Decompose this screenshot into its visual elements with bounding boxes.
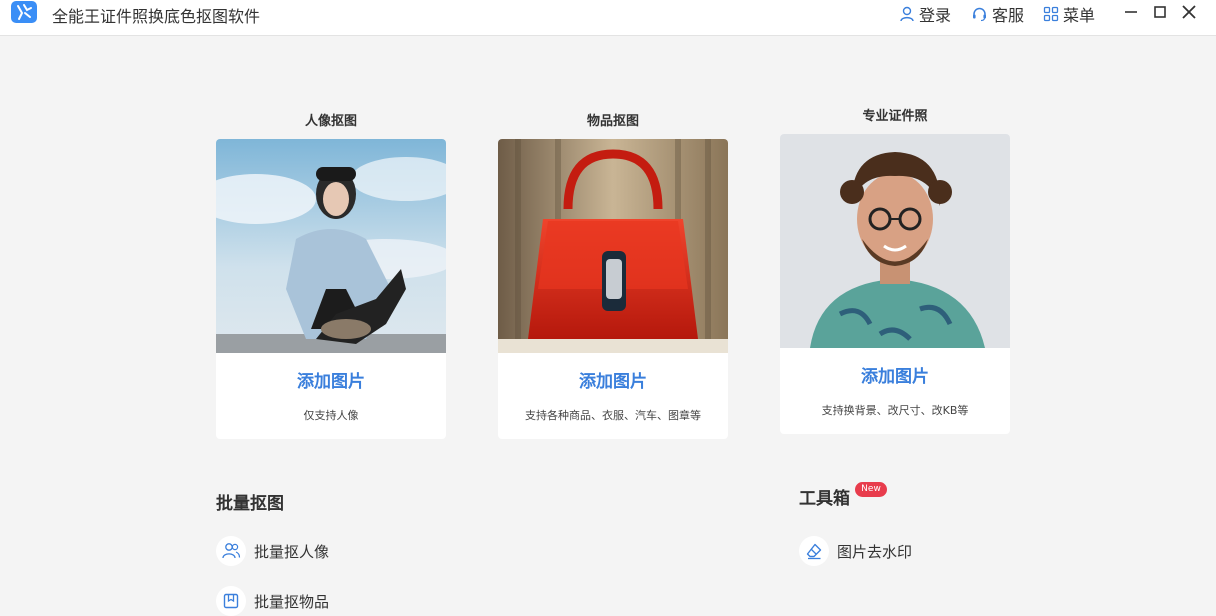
minimize-button[interactable]: [1122, 3, 1140, 21]
close-button[interactable]: [1180, 3, 1198, 21]
card-desc-id-photo: 支持换背景、改尺寸、改KB等: [821, 404, 969, 417]
batch-portrait-label: 批量抠人像: [254, 542, 330, 561]
card-id-photo[interactable]: 添加图片 支持换背景、改尺寸、改KB等: [780, 134, 1010, 434]
maximize-icon: [1154, 6, 1166, 18]
user-icon: [900, 6, 914, 22]
app-title: 全能王证件照换底色抠图软件: [52, 7, 261, 26]
close-icon: [1182, 5, 1196, 19]
add-image-button-object[interactable]: 添加图片: [498, 367, 728, 392]
card-desc-object: 支持各种商品、衣服、汽车、图章等: [525, 409, 701, 422]
menu-button[interactable]: 菜单: [1043, 3, 1095, 25]
new-badge: New: [855, 482, 887, 497]
menu-label: 菜单: [1063, 6, 1096, 25]
grid-menu-icon: [1043, 6, 1059, 22]
card-portrait-cutout[interactable]: 添加图片 仅支持人像: [216, 139, 446, 439]
login-label: 登录: [919, 6, 952, 25]
id-photo-sample-image: [780, 134, 1010, 348]
portrait-sample-image: [216, 139, 446, 353]
add-image-button-id-photo[interactable]: 添加图片: [780, 362, 1010, 387]
handbag-sample-image: [498, 139, 728, 353]
headset-icon: [973, 7, 986, 22]
add-image-button-portrait[interactable]: 添加图片: [216, 367, 446, 392]
minimize-icon: [1125, 11, 1137, 13]
batch-object-label: 批量抠物品: [254, 592, 330, 611]
title-bar: 全能王证件照换底色抠图软件 登录 客服 菜单: [0, 0, 1216, 36]
maximize-button[interactable]: [1151, 3, 1169, 21]
users-icon: [216, 536, 246, 566]
card-object-cutout[interactable]: 添加图片 支持各种商品、衣服、汽车、图章等: [498, 139, 728, 439]
card-desc-portrait: 仅支持人像: [303, 409, 359, 422]
remove-watermark-label: 图片去水印: [837, 542, 913, 561]
batch-portrait-button[interactable]: 批量抠人像: [216, 536, 329, 566]
card-title-portrait: 人像抠图: [304, 114, 357, 129]
card-title-object: 物品抠图: [586, 114, 639, 129]
box-icon: [216, 586, 246, 616]
batch-section-title: 批量抠图: [216, 494, 284, 514]
service-button[interactable]: 客服: [971, 3, 1024, 25]
batch-object-button[interactable]: 批量抠物品: [216, 586, 329, 616]
service-label: 客服: [992, 6, 1025, 25]
remove-watermark-button[interactable]: 图片去水印: [799, 536, 912, 566]
eraser-icon: [799, 536, 829, 566]
app-logo-icon: [11, 1, 37, 23]
card-title-id-photo: 专业证件照: [862, 109, 928, 124]
login-button[interactable]: 登录: [899, 3, 951, 25]
toolbox-section-title: 工具箱: [799, 489, 850, 509]
